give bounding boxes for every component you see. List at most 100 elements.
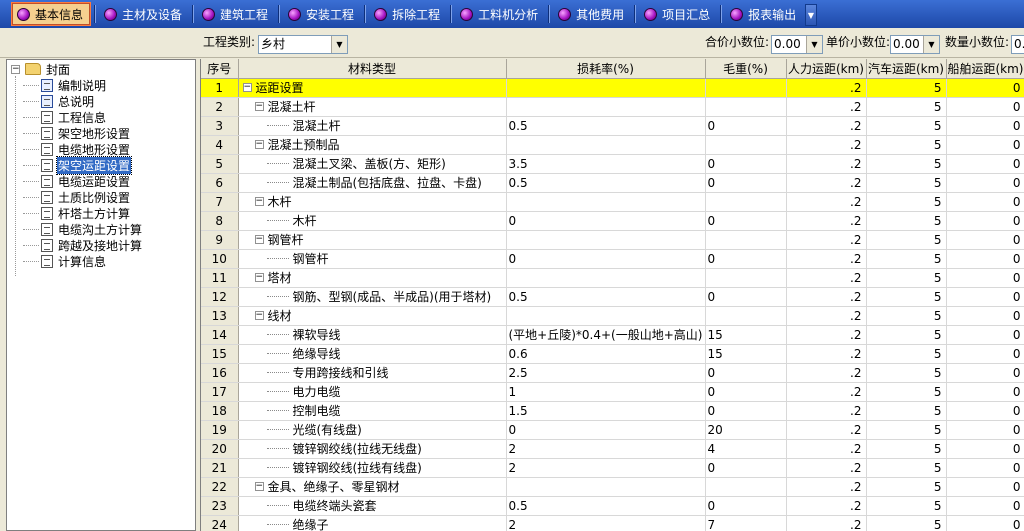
table-row[interactable]: 11− 塔材 .2 5 0 (201, 268, 1024, 288)
loss-rate-cell[interactable] (506, 268, 706, 288)
ship-distance-cell[interactable]: 0 (946, 344, 1024, 364)
table-row[interactable]: 4− 混凝土预制品 .2 5 0 (201, 135, 1024, 155)
material-type-cell[interactable]: 光缆(有线盘) (238, 420, 507, 440)
collapse-icon[interactable]: − (254, 311, 264, 320)
manual-distance-cell[interactable]: .2 (786, 439, 867, 459)
table-row[interactable]: 24 绝缘子 2 7.2 5 0 (201, 515, 1024, 531)
unit-decimals-select[interactable]: 0.00 ▼ (890, 35, 940, 54)
truck-distance-cell[interactable]: 5 (866, 287, 947, 307)
gross-weight-cell[interactable]: 20 (705, 420, 787, 440)
table-row[interactable]: 17 电力电缆 1 0.2 5 0 (201, 382, 1024, 402)
column-header[interactable]: 损耗率(%) (506, 59, 706, 79)
material-type-cell[interactable]: 裸软导线 (238, 325, 507, 345)
loss-rate-cell[interactable] (506, 97, 706, 117)
ship-distance-cell[interactable]: 0 (946, 458, 1024, 478)
loss-rate-cell[interactable]: 0.5 (506, 116, 706, 136)
tree-item[interactable]: 架空运距设置 (23, 155, 133, 175)
gross-weight-cell[interactable]: 0 (705, 249, 787, 269)
gross-weight-cell[interactable]: 4 (705, 439, 787, 459)
total-decimals-select[interactable]: 0.00 ▼ (771, 35, 823, 54)
module-tab[interactable]: 建筑工程 (198, 3, 274, 25)
loss-rate-cell[interactable]: (平地+丘陵)*0.4+(一般山地+高山) (506, 325, 706, 345)
truck-distance-cell[interactable]: 5 (866, 306, 947, 326)
gross-weight-cell[interactable]: 0 (705, 496, 787, 516)
material-type-cell[interactable]: 电缆终端头瓷套 (238, 496, 507, 516)
gross-weight-cell[interactable] (705, 78, 787, 98)
gross-weight-cell[interactable] (705, 230, 787, 250)
column-header[interactable]: 汽车运距(km) (866, 59, 947, 79)
truck-distance-cell[interactable]: 5 (866, 477, 947, 497)
tree-item[interactable]: 架空地形设置 (23, 125, 131, 141)
ship-distance-cell[interactable]: 0 (946, 477, 1024, 497)
gross-weight-cell[interactable] (705, 306, 787, 326)
ship-distance-cell[interactable]: 0 (946, 135, 1024, 155)
ship-distance-cell[interactable]: 0 (946, 154, 1024, 174)
gross-weight-cell[interactable]: 15 (705, 325, 787, 345)
chevron-down-icon[interactable]: ▼ (331, 36, 347, 53)
module-tab[interactable]: 安装工程 (284, 3, 360, 25)
truck-distance-cell[interactable]: 5 (866, 211, 947, 231)
project-type-select[interactable]: 乡村 ▼ (258, 35, 348, 54)
loss-rate-cell[interactable]: 1.5 (506, 401, 706, 421)
truck-distance-cell[interactable]: 5 (866, 420, 947, 440)
truck-distance-cell[interactable]: 5 (866, 116, 947, 136)
material-type-cell[interactable]: 电力电缆 (238, 382, 507, 402)
manual-distance-cell[interactable]: .2 (786, 230, 867, 250)
module-tab[interactable]: 基本信息 (10, 2, 92, 26)
gross-weight-cell[interactable]: 15 (705, 344, 787, 364)
tree-item[interactable]: 土质比例设置 (23, 189, 131, 205)
manual-distance-cell[interactable]: .2 (786, 325, 867, 345)
truck-distance-cell[interactable]: 5 (866, 78, 947, 98)
loss-rate-cell[interactable]: 0 (506, 420, 706, 440)
column-header[interactable]: 船舶运距(km) (946, 59, 1024, 79)
ship-distance-cell[interactable]: 0 (946, 496, 1024, 516)
loss-rate-cell[interactable]: 2 (506, 515, 706, 531)
gross-weight-cell[interactable]: 7 (705, 515, 787, 531)
column-header[interactable]: 人力运距(km) (786, 59, 867, 79)
module-tab[interactable]: 其他费用 (554, 3, 630, 25)
loss-rate-cell[interactable] (506, 78, 706, 98)
material-type-cell[interactable]: 控制电缆 (238, 401, 507, 421)
table-row[interactable]: 6 混凝土制品(包括底盘、拉盘、卡盘) 0.5 0.2 5 0 (201, 173, 1024, 193)
material-type-cell[interactable]: − 塔材 (238, 268, 507, 288)
loss-rate-cell[interactable]: 0.5 (506, 287, 706, 307)
truck-distance-cell[interactable]: 5 (866, 401, 947, 421)
manual-distance-cell[interactable]: .2 (786, 382, 867, 402)
gross-weight-cell[interactable]: 0 (705, 401, 787, 421)
loss-rate-cell[interactable]: 0.6 (506, 344, 706, 364)
gross-weight-cell[interactable]: 0 (705, 287, 787, 307)
loss-rate-cell[interactable] (506, 135, 706, 155)
truck-distance-cell[interactable]: 5 (866, 268, 947, 288)
truck-distance-cell[interactable]: 5 (866, 363, 947, 383)
collapse-icon[interactable]: − (11, 65, 20, 74)
tree-item[interactable]: 编制说明 (23, 77, 107, 93)
column-header[interactable]: 序号 (201, 59, 239, 79)
material-type-cell[interactable]: − 混凝土预制品 (238, 135, 507, 155)
qty-decimals-select[interactable]: 0.0 (1011, 35, 1024, 54)
gross-weight-cell[interactable]: 0 (705, 173, 787, 193)
truck-distance-cell[interactable]: 5 (866, 192, 947, 212)
material-type-cell[interactable]: − 金具、绝缘子、零星钢材 (238, 477, 507, 497)
ship-distance-cell[interactable]: 0 (946, 249, 1024, 269)
gross-weight-cell[interactable] (705, 192, 787, 212)
ship-distance-cell[interactable]: 0 (946, 211, 1024, 231)
ship-distance-cell[interactable]: 0 (946, 439, 1024, 459)
manual-distance-cell[interactable]: .2 (786, 363, 867, 383)
tree-item[interactable]: 电缆运距设置 (23, 173, 131, 189)
table-row[interactable]: 9− 钢管杆 .2 5 0 (201, 230, 1024, 250)
table-row[interactable]: 23 电缆终端头瓷套 0.5 0.2 5 0 (201, 496, 1024, 516)
ship-distance-cell[interactable]: 0 (946, 116, 1024, 136)
collapse-icon[interactable]: − (254, 197, 264, 206)
manual-distance-cell[interactable]: .2 (786, 192, 867, 212)
gross-weight-cell[interactable]: 0 (705, 211, 787, 231)
loss-rate-cell[interactable]: 0 (506, 249, 706, 269)
truck-distance-cell[interactable]: 5 (866, 135, 947, 155)
loss-rate-cell[interactable]: 1 (506, 382, 706, 402)
tree-item[interactable]: 总说明 (23, 93, 95, 109)
material-type-cell[interactable]: 木杆 (238, 211, 507, 231)
manual-distance-cell[interactable]: .2 (786, 154, 867, 174)
truck-distance-cell[interactable]: 5 (866, 325, 947, 345)
overflow-chevron-icon[interactable]: ▼ (805, 4, 817, 26)
loss-rate-cell[interactable]: 2.5 (506, 363, 706, 383)
tree-item[interactable]: 工程信息 (23, 109, 107, 125)
